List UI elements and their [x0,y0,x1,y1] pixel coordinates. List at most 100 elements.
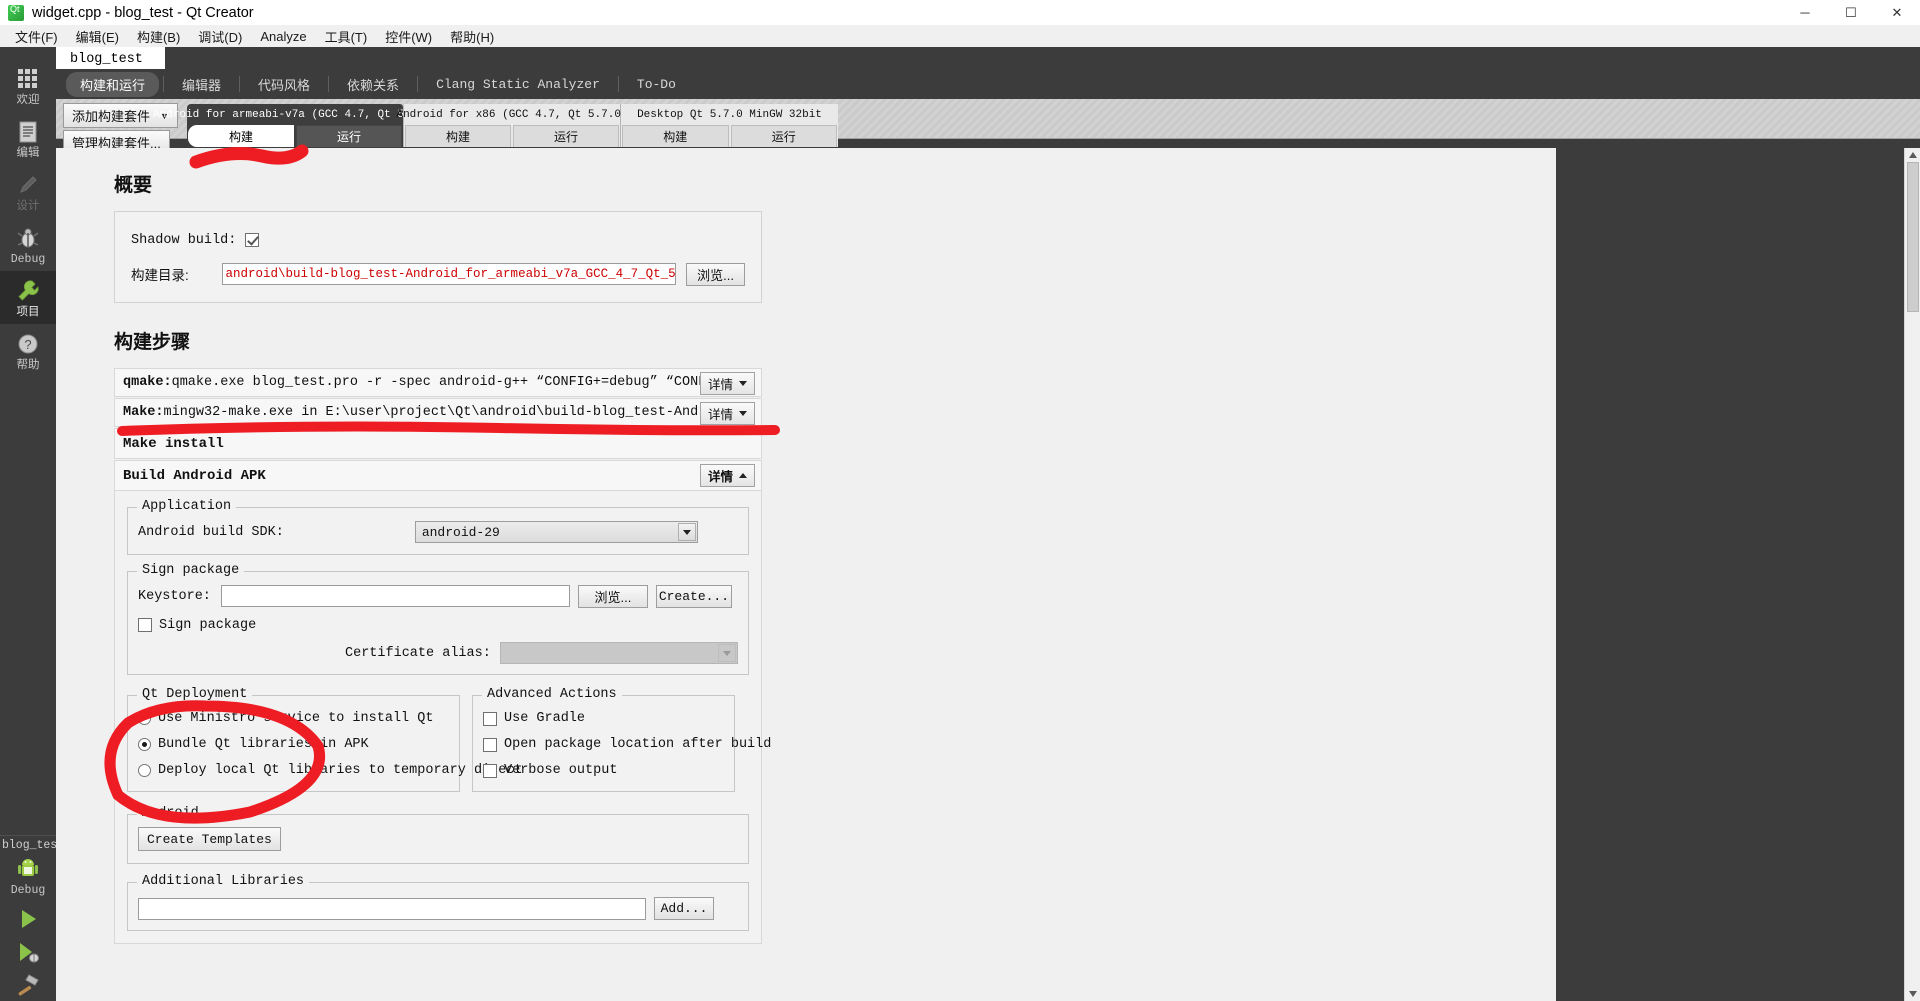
project-tab-blog-test[interactable]: blog_test [56,47,165,69]
sidebar-item-debug[interactable]: Debug [0,218,56,271]
advanced-action-verbose-output[interactable]: Verbose output [483,760,724,781]
add-library-button[interactable]: Add... [654,897,714,920]
sidebar-item-projects[interactable]: 项目 [0,271,56,324]
divider [417,76,419,92]
kit-subtab-run[interactable]: 运行 [730,125,837,147]
menu-item-file[interactable]: 文件(F) [6,25,67,48]
sign-package-legend: Sign package [137,563,245,578]
menu-bar: 文件(F) 编辑(E) 构建(B) 调试(D) Analyze 工具(T) 控件… [0,25,1920,47]
qt-deployment-option-local[interactable]: Deploy local Qt libraries to temporary d… [138,760,523,781]
sidebar-item-design-label: 设计 [16,200,40,212]
sidebar-item-design[interactable]: 设计 [0,165,56,218]
advanced-action-label: Verbose output [504,763,618,778]
kit-tab-android-armeabi-v7a[interactable]: Android for armeabi-v7a (GCC 4.7, Qt 5.7… [153,104,437,147]
minimize-button[interactable]: ─ [1782,0,1828,25]
run-button[interactable] [0,902,56,935]
sign-package-group: Sign package Keystore: 浏览... Create... S… [127,563,749,675]
menu-item-edit[interactable]: 编辑(E) [67,25,128,48]
kit-tab-android-x86[interactable]: Android for x86 (GCC 4.7, Qt 5.7.0) 构建 运… [396,104,628,147]
qt-deployment-option-ministro[interactable]: Use Ministro service to install Qt [138,708,449,729]
scroll-down-arrow[interactable] [1905,987,1920,1001]
debug-button[interactable] [0,935,56,968]
build-step-build-android-apk[interactable]: Build Android APK 详情 [114,460,762,491]
divider [617,76,619,92]
tab-todo[interactable]: To-Do [623,75,690,94]
build-step-make[interactable]: Make: mingw32-make.exe in E:\user\projec… [114,398,762,427]
menu-item-window[interactable]: 控件(W) [376,25,441,48]
menu-item-help[interactable]: 帮助(H) [441,25,503,48]
radio-bundle[interactable] [138,738,151,751]
menu-item-analyze[interactable]: Analyze [251,27,315,46]
kit-subtab-run[interactable]: 运行 [296,125,402,147]
additional-libraries-input[interactable] [138,897,646,920]
build-step-make-install[interactable]: Make install [114,428,762,459]
kit-subtab-build[interactable]: 构建 [405,125,511,147]
kit-subtab-build[interactable]: 构建 [622,125,729,147]
qt-creator-window: widget.cpp - blog_test - Qt Creator ─ ☐ … [0,0,1920,1001]
checkbox-use-gradle[interactable] [483,711,497,726]
shadow-build-checkbox[interactable] [245,233,260,247]
details-label: 详情 [707,378,733,392]
run-configuration-selector[interactable]: Debug [0,854,56,902]
divider [163,76,165,92]
divider [239,76,241,92]
build-step-qmake[interactable]: qmake: qmake.exe blog_test.pro -r -spec … [114,368,762,397]
tab-clang-static-analyzer[interactable]: Clang Static Analyzer [422,75,614,94]
add-kit-label: 添加构建套件 [72,109,151,124]
keystore-input[interactable] [220,585,570,607]
certificate-alias-select[interactable] [499,642,738,664]
build-step-details-button[interactable]: 详情 [699,464,755,487]
sidebar-item-edit[interactable]: 编辑 [0,112,56,165]
project-tab-bar: blog_test [56,47,1920,69]
tab-build-and-run[interactable]: 构建和运行 [66,71,160,97]
additional-libraries-group: Additional Libraries Add... [127,874,749,931]
menu-item-tools[interactable]: 工具(T) [316,25,377,48]
bug-icon [17,228,39,248]
details-label: 详情 [707,408,733,422]
tab-editor[interactable]: 编辑器 [168,73,235,96]
divider [328,76,330,92]
active-project-label: blog_test [2,839,56,852]
menu-item-debug[interactable]: 调试(D) [189,25,251,48]
kit-sub-tabs: 构建 运行 [404,125,620,147]
advanced-actions-legend: Advanced Actions [482,687,622,702]
scroll-up-arrow[interactable] [1905,148,1920,162]
qt-deployment-option-bundle[interactable]: Bundle Qt libraries in APK [138,734,449,755]
build-step-details-button[interactable]: 详情 [699,402,755,425]
tab-code-style[interactable]: 代码风格 [244,73,324,96]
sidebar-item-help[interactable]: ? 帮助 [0,324,56,377]
sidebar-item-welcome[interactable]: 欢迎 [0,59,56,112]
browse-build-dir-button[interactable]: 浏览... [686,262,745,286]
build-step-details-button[interactable]: 详情 [699,372,755,395]
chevron-down-icon [739,411,747,416]
checkbox-verbose-output[interactable] [483,763,497,778]
tab-dependencies[interactable]: 依赖关系 [333,73,413,96]
window-controls: ─ ☐ ✕ [1782,0,1920,25]
build-button[interactable] [0,968,56,1001]
scrollbar-thumb[interactable] [1907,162,1919,312]
create-templates-button[interactable]: Create Templates [138,827,281,851]
radio-ministro[interactable] [138,712,151,725]
maximize-button[interactable]: ☐ [1828,0,1874,25]
kit-subtab-run[interactable]: 运行 [513,125,619,147]
build-step-name: Make install [123,435,224,452]
sign-package-checkbox[interactable] [138,618,152,632]
build-directory-input[interactable]: android\build-blog_test-Android_for_arme… [221,263,677,285]
keystore-browse-button[interactable]: 浏览... [577,584,648,608]
build-steps-list: qmake: qmake.exe blog_test.pro -r -spec … [114,368,762,491]
advanced-action-open-package-location[interactable]: Open package location after build [483,734,771,755]
kit-subtab-build[interactable]: 构建 [188,125,294,147]
keystore-create-button[interactable]: Create... [655,584,732,608]
vertical-scrollbar[interactable] [1904,148,1920,1001]
keystore-row: Keystore: 浏览... Create... [138,580,738,608]
menu-item-build[interactable]: 构建(B) [128,25,189,48]
application-group: Application Android build SDK: android-2… [127,499,749,555]
android-build-sdk-select[interactable]: android-29 [414,521,698,543]
radio-local[interactable] [138,764,151,777]
advanced-action-use-gradle[interactable]: Use Gradle [483,708,724,729]
close-button[interactable]: ✕ [1874,0,1920,25]
create-templates-row: Create Templates [138,823,738,853]
kit-tab-desktop-mingw[interactable]: Desktop Qt 5.7.0 MinGW 32bit 构建 运行 [621,104,838,147]
play-bug-icon [20,942,39,962]
checkbox-open-package-location[interactable] [483,737,497,752]
